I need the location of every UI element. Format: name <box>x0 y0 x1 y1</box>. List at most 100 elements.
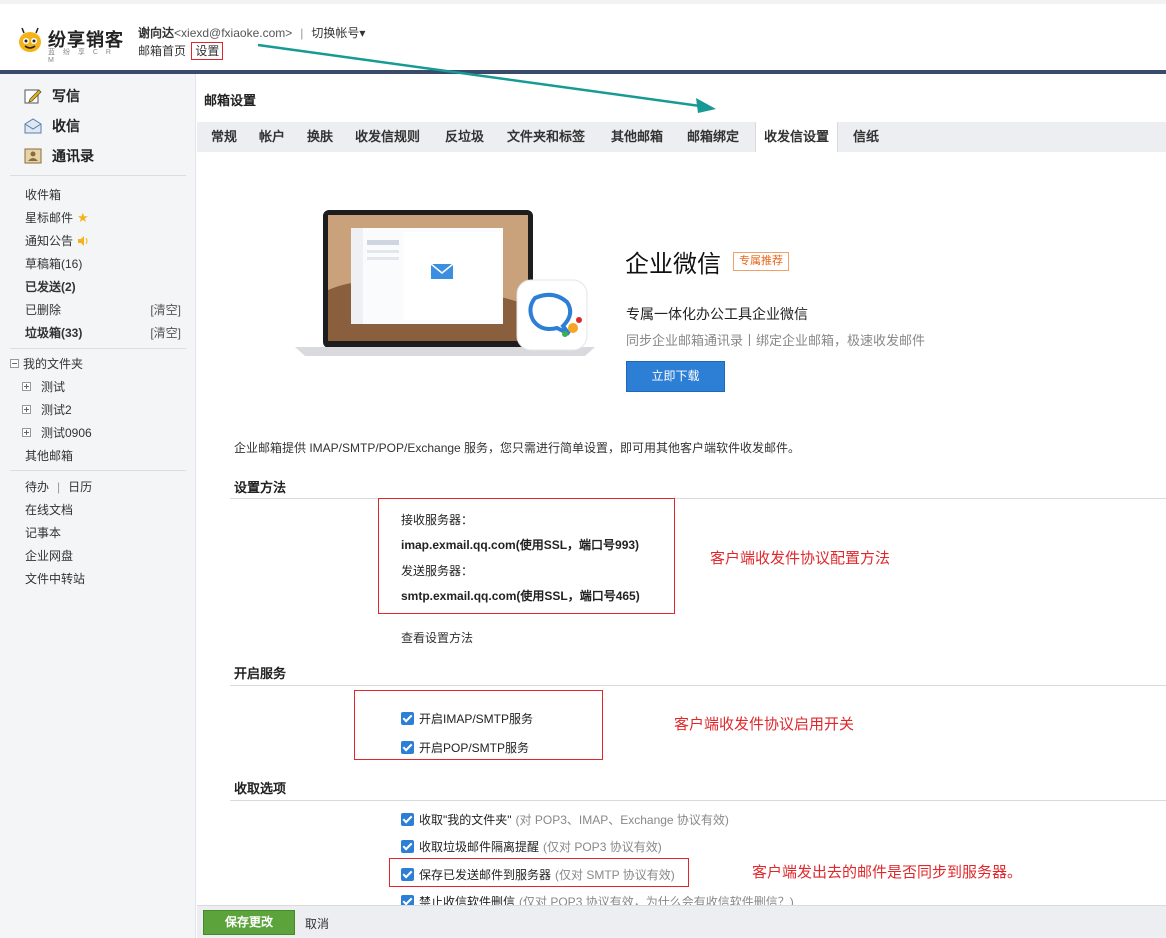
tab-account[interactable]: 帐户 <box>259 122 285 152</box>
header-nav: 邮箱首页 设置 <box>138 42 224 60</box>
sidebar-item-todo-calendar: 待办 | 日历 <box>25 478 181 495</box>
settings-link[interactable]: 设置 <box>191 42 224 60</box>
sidebar-item-deleted[interactable]: 已删除 [清空] <box>25 301 181 318</box>
sidebar-item-transfer[interactable]: 文件中转站 <box>25 570 181 587</box>
sidebar-divider <box>10 470 186 471</box>
star-icon: ★ <box>77 209 89 225</box>
folder-item[interactable]: 测试0906 <box>22 424 92 441</box>
fetch-option-label: 禁止收信软件删信 <box>419 895 516 905</box>
receive-mail-icon <box>24 118 42 134</box>
cancel-link[interactable]: 取消 <box>305 915 329 932</box>
mail-home-link[interactable]: 邮箱首页 <box>138 44 186 58</box>
calendar-link[interactable]: 日历 <box>68 478 92 495</box>
clear-spam-link[interactable]: [清空] <box>150 324 181 341</box>
sidebar-item-docs[interactable]: 在线文档 <box>25 501 181 518</box>
download-button[interactable]: 立即下载 <box>626 361 725 392</box>
clear-deleted-link[interactable]: [清空] <box>150 301 181 318</box>
folder-label: 测试0906 <box>41 426 92 440</box>
my-folders-toggle[interactable]: 我的文件夹 <box>10 355 83 372</box>
settings-content: 企业微信 专属推荐 专属一体化办公工具企业微信 同步企业邮箱通讯录丨绑定企业邮箱… <box>197 152 1166 905</box>
collapse-icon <box>10 359 19 368</box>
sidebar-item-other-mailbox[interactable]: 其他邮箱 <box>25 447 181 464</box>
main-panel: 邮箱设置 常规 帐户 换肤 收发信规则 反垃圾 文件夹和标签 其他邮箱 邮箱绑定… <box>197 74 1166 938</box>
user-info: 谢向达<xiexd@fxiaoke.com> | 切换帐号▾ <box>138 24 365 41</box>
sidebar-item-disk[interactable]: 企业网盘 <box>25 547 181 564</box>
prevent-client-delete-checkbox[interactable]: 禁止收信软件删信 (仅对 POP3 协议有效，为什么会有收信软件删信？) <box>401 893 794 905</box>
promo-description: 同步企业邮箱通讯录丨绑定企业邮箱，极速收发邮件 <box>626 333 926 348</box>
switch-account-label: 切换帐号 <box>311 26 360 40</box>
service-intro: 企业邮箱提供 IMAP/SMTP/POP/Exchange 服务，您只需进行简单… <box>234 441 801 455</box>
promo-title: 企业微信 专属推荐 <box>625 244 789 279</box>
folder-item[interactable]: 测试2 <box>22 401 72 418</box>
checkbox-checked-icon <box>401 712 414 725</box>
drafts-label: 草稿箱(16) <box>25 257 83 271</box>
fetch-option-hint: (仅对 SMTP 协议有效) <box>555 868 675 882</box>
sidebar-item-notice[interactable]: 通知公告 <box>25 232 181 249</box>
receive-button[interactable]: 收信 <box>24 115 80 137</box>
fetch-spam-reminder-checkbox[interactable]: 收取垃圾邮件隔离提醒 (仅对 POP3 协议有效) <box>401 838 662 855</box>
checkbox-checked-icon <box>401 868 414 881</box>
checkbox-checked-icon <box>401 741 414 754</box>
expand-icon <box>22 405 31 414</box>
checkbox-checked-icon <box>401 813 414 826</box>
contacts-label: 通讯录 <box>52 148 94 164</box>
tab-mailbox-binding[interactable]: 邮箱绑定 <box>687 122 739 152</box>
receive-label: 收信 <box>52 118 80 134</box>
sidebar-divider <box>10 175 186 176</box>
fetch-option-hint: (仅对 POP3 协议有效，为什么会有收信软件删信？) <box>519 895 794 905</box>
sidebar-item-drafts[interactable]: 草稿箱(16) <box>25 255 181 272</box>
other-mailbox-label: 其他邮箱 <box>25 449 74 463</box>
save-changes-button[interactable]: 保存更改 <box>203 910 295 935</box>
contacts-button[interactable]: 通讯录 <box>24 145 94 167</box>
disk-label: 企业网盘 <box>25 549 74 563</box>
view-setup-link[interactable]: 查看设置方法 <box>401 629 473 646</box>
fetch-option-hint: (仅对 POP3 协议有效) <box>543 840 662 854</box>
spam-label: 垃圾箱(33) <box>25 326 83 340</box>
section-divider <box>230 685 1166 686</box>
fetch-option-hint: (对 POP3、IMAP、Exchange 协议有效) <box>515 813 729 827</box>
folder-item[interactable]: 测试 <box>22 378 65 395</box>
imap-service-checkbox[interactable]: 开启IMAP/SMTP服务 <box>401 710 533 727</box>
deleted-label: 已删除 <box>25 303 62 317</box>
pop-service-checkbox[interactable]: 开启POP/SMTP服务 <box>401 739 529 756</box>
fetch-my-folders-checkbox[interactable]: 收取"我的文件夹" (对 POP3、IMAP、Exchange 协议有效) <box>401 811 729 828</box>
annotation-note: 客户端发出去的邮件是否同步到服务器。 <box>752 864 1023 881</box>
sidebar-item-spam[interactable]: 垃圾箱(33) [清空] <box>25 324 181 341</box>
annotation-note: 客户端收发件协议配置方法 <box>710 550 891 567</box>
checkbox-checked-icon <box>401 895 414 905</box>
speaker-icon <box>78 235 88 246</box>
tab-anti-spam[interactable]: 反垃圾 <box>445 122 484 152</box>
contacts-icon <box>24 148 42 164</box>
fetch-option-label: 保存已发送邮件到服务器 <box>419 868 552 882</box>
logo[interactable]: 纷享销客 蓝 纷 享 C R M <box>16 24 126 64</box>
save-sent-to-server-checkbox[interactable]: 保存已发送邮件到服务器 (仅对 SMTP 协议有效) <box>401 866 675 883</box>
tab-other-mailbox[interactable]: 其他邮箱 <box>611 122 663 152</box>
todo-link[interactable]: 待办 <box>25 478 49 495</box>
send-server-label: 发送服务器： <box>401 564 474 578</box>
expand-icon <box>22 428 31 437</box>
pop-service-label: 开启POP/SMTP服务 <box>419 741 530 755</box>
compose-button[interactable]: 写信 <box>24 85 80 107</box>
starred-label: 星标邮件 <box>25 211 74 225</box>
transfer-label: 文件中转站 <box>25 572 86 586</box>
folder-label: 测试2 <box>41 403 72 417</box>
sidebar-item-starred[interactable]: 星标邮件 ★ <box>25 209 181 226</box>
tab-mail-rules[interactable]: 收发信规则 <box>355 122 420 152</box>
sidebar-item-inbox[interactable]: 收件箱 <box>25 186 181 203</box>
tab-skin[interactable]: 换肤 <box>307 122 333 152</box>
checkbox-checked-icon <box>401 840 414 853</box>
caret-down-icon: ▾ <box>359 26 366 40</box>
recv-server-label: 接收服务器： <box>401 513 474 527</box>
services-section-title: 开启服务 <box>234 666 287 681</box>
sidebar-item-sent[interactable]: 已发送(2) <box>25 278 181 295</box>
tab-folders-labels[interactable]: 文件夹和标签 <box>507 122 585 152</box>
sidebar-item-notes[interactable]: 记事本 <box>25 524 181 541</box>
tab-stationery[interactable]: 信纸 <box>853 122 879 152</box>
my-folders-label: 我的文件夹 <box>23 357 84 371</box>
promo-subtitle: 专属一体化办公工具企业微信 <box>626 306 808 322</box>
tab-client-settings[interactable]: 收发信设置 <box>755 122 839 152</box>
tab-general[interactable]: 常规 <box>211 122 237 152</box>
switch-account-link[interactable]: 切换帐号▾ <box>311 26 365 40</box>
logo-subtext: 蓝 纷 享 C R M <box>48 49 114 64</box>
notes-label: 记事本 <box>25 526 62 540</box>
